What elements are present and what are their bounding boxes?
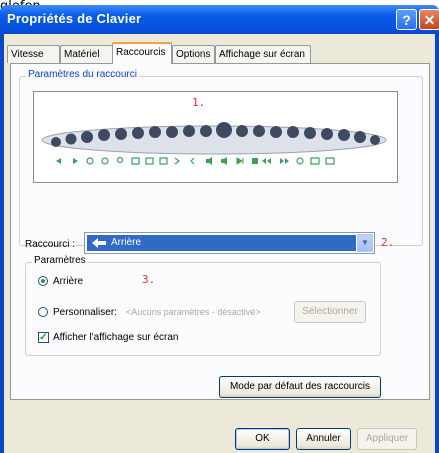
apply-button[interactable]: Appliquer xyxy=(357,428,417,450)
shortcut-settings-legend: Paramètres du raccourci xyxy=(26,69,139,80)
radio-selected-dot xyxy=(41,279,45,283)
keyboard-keys-graphic xyxy=(41,122,387,165)
parameters-legend: Paramètres xyxy=(32,255,88,266)
marker-3: 3. xyxy=(142,273,156,286)
tab-raccourcis[interactable]: Raccourcis xyxy=(112,42,172,64)
shortcut-combobox[interactable]: Arrière ▼ xyxy=(84,232,375,254)
help-button[interactable]: ? xyxy=(396,9,417,30)
tab-materiel[interactable]: Matériel xyxy=(60,45,113,63)
keyboard-diagram: 1. xyxy=(33,91,398,183)
title-bar[interactable]: Propriétés de Clavier ? ✕ xyxy=(0,5,439,34)
ok-button[interactable]: OK xyxy=(235,428,290,450)
shortcut-label: Raccourci : xyxy=(25,239,76,250)
select-button[interactable]: Sélectionner xyxy=(294,301,366,323)
shortcut-value-text: Arrière xyxy=(111,237,142,248)
window-title: Propriétés de Clavier xyxy=(7,11,142,26)
radio-arriere[interactable] xyxy=(38,276,48,286)
radio-arriere-label[interactable]: Arrière xyxy=(53,276,83,287)
tab-vitesse[interactable]: Vitesse xyxy=(7,45,60,63)
combo-dropdown-button[interactable]: ▼ xyxy=(357,234,373,252)
show-onscreen-label[interactable]: Afficher l'affichage sur écran xyxy=(53,332,179,343)
shortcut-selected-value: Arrière xyxy=(87,235,356,251)
keyboard-properties-window: Propriétés de Clavier ? ✕ Vitesse Matéri… xyxy=(0,5,439,453)
shortcut-settings-group: Paramètres du raccourci 1. xyxy=(19,69,423,246)
marker-2: 2. xyxy=(381,236,395,249)
radio-personnaliser[interactable] xyxy=(38,307,48,317)
shortcuts-tab-panel: Paramètres du raccourci 1. Raccourci: A… xyxy=(10,63,430,400)
radio-personnaliser-label[interactable]: Personnaliser: xyxy=(53,307,117,318)
dialog-client-area: Vitesse Matériel Raccourcis Options Affi… xyxy=(4,34,435,453)
cancel-button[interactable]: Annuler xyxy=(296,428,351,450)
tab-options[interactable]: Options xyxy=(172,45,215,63)
tab-affichage-sur-ecran[interactable]: Affichage sur écran xyxy=(215,45,311,63)
close-button[interactable]: ✕ xyxy=(419,9,439,30)
back-arrow-icon xyxy=(92,238,106,248)
default-shortcuts-button[interactable]: Mode par défaut des raccourcis xyxy=(219,376,381,398)
parameters-group: Paramètres Arrière 3. Personnaliser: <Au… xyxy=(25,255,381,356)
show-onscreen-checkbox[interactable]: ✓ xyxy=(38,332,49,343)
custom-settings-placeholder: <Aucuns paramètres - désactivé> xyxy=(126,307,261,317)
shortcut-function-icons xyxy=(56,156,335,165)
